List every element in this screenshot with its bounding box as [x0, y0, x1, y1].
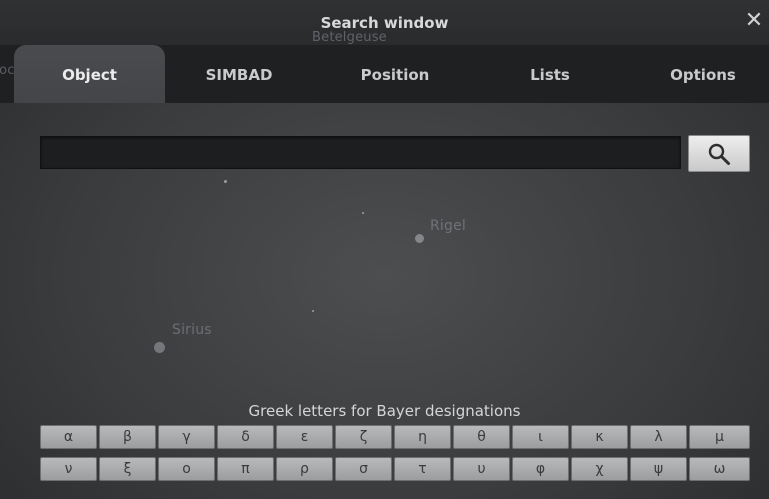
greek-key-beta[interactable]: β — [99, 425, 156, 449]
tab-bar: Procyon Object SIMBAD Position Lists Opt… — [0, 45, 769, 103]
search-window: Rigel Sirius Betelgeuse Search window ✕ … — [0, 0, 769, 499]
sky-star — [224, 180, 227, 183]
greek-key-zeta[interactable]: ζ — [335, 425, 392, 449]
greek-key-rho[interactable]: ρ — [276, 457, 333, 481]
greek-key-delta[interactable]: δ — [217, 425, 274, 449]
sky-label-rigel: Rigel — [430, 218, 467, 234]
greek-key-eta[interactable]: η — [394, 425, 451, 449]
greek-key-upsilon[interactable]: υ — [453, 457, 510, 481]
tab-options[interactable]: Options — [640, 45, 766, 103]
sky-star — [362, 212, 364, 214]
greek-key-theta[interactable]: θ — [453, 425, 510, 449]
close-icon[interactable]: ✕ — [743, 10, 765, 32]
greek-key-gamma[interactable]: γ — [158, 425, 215, 449]
greek-row-2: ν ξ ο π ρ σ τ υ φ χ ψ ω — [40, 457, 750, 481]
greek-key-phi[interactable]: φ — [512, 457, 569, 481]
title-bar[interactable]: Betelgeuse Search window ✕ — [0, 0, 769, 45]
greek-key-psi[interactable]: ψ — [630, 457, 687, 481]
sky-label-sirius: Sirius — [172, 322, 212, 338]
sky-star — [154, 342, 165, 353]
greek-key-pi[interactable]: π — [217, 457, 274, 481]
search-input[interactable] — [40, 136, 681, 169]
greek-key-epsilon[interactable]: ε — [276, 425, 333, 449]
greek-letters-heading: Greek letters for Bayer designations — [248, 402, 521, 420]
greek-key-kappa[interactable]: κ — [571, 425, 628, 449]
greek-key-tau[interactable]: τ — [394, 457, 451, 481]
sky-label-betelgeuse: Betelgeuse — [312, 30, 387, 45]
sky-star — [312, 310, 314, 312]
greek-key-omega[interactable]: ω — [689, 457, 750, 481]
greek-key-omicron[interactable]: ο — [158, 457, 215, 481]
greek-key-sigma[interactable]: σ — [335, 457, 392, 481]
greek-key-xi[interactable]: ξ — [99, 457, 156, 481]
greek-row-1: α β γ δ ε ζ η θ ι κ λ μ — [40, 425, 750, 449]
magnifier-icon — [708, 143, 730, 165]
tab-lists[interactable]: Lists — [500, 45, 600, 103]
greek-key-mu[interactable]: μ — [689, 425, 750, 449]
window-title: Search window — [320, 14, 449, 32]
search-button[interactable] — [688, 135, 750, 172]
greek-key-alpha[interactable]: α — [40, 425, 97, 449]
greek-key-chi[interactable]: χ — [571, 457, 628, 481]
tab-position[interactable]: Position — [330, 45, 460, 103]
tab-simbad[interactable]: SIMBAD — [180, 45, 298, 103]
greek-key-lambda[interactable]: λ — [630, 425, 687, 449]
greek-key-nu[interactable]: ν — [40, 457, 97, 481]
greek-key-iota[interactable]: ι — [512, 425, 569, 449]
tab-object[interactable]: Object — [14, 45, 165, 103]
sky-star — [415, 234, 424, 243]
